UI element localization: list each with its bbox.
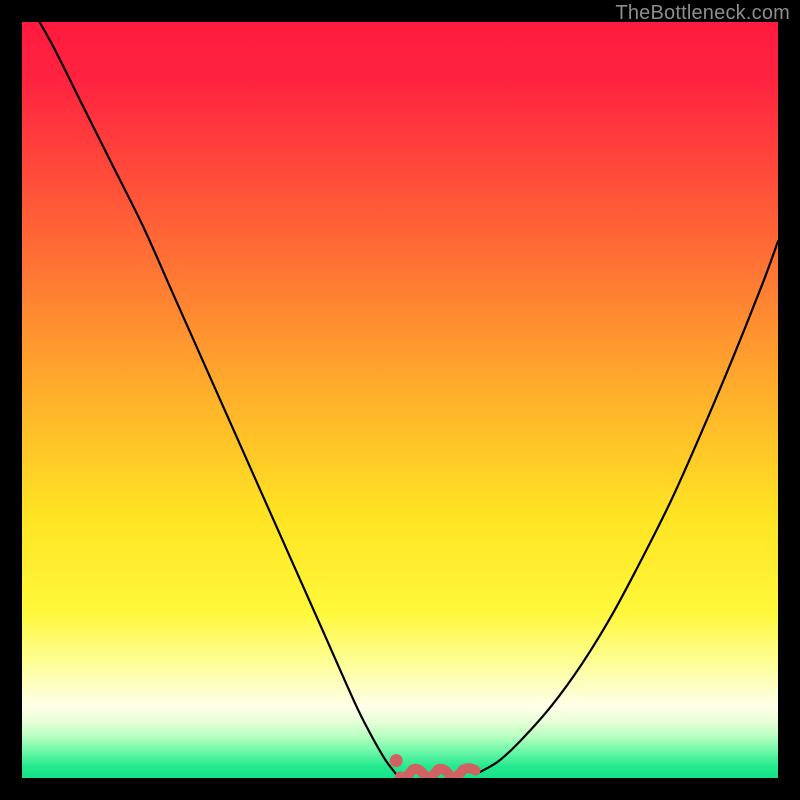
chart-frame: TheBottleneck.com <box>0 0 800 800</box>
left-curve-line <box>22 22 396 774</box>
watermark-text: TheBottleneck.com <box>615 2 790 25</box>
curves-layer <box>22 22 778 778</box>
right-curve-line <box>476 241 778 774</box>
marker-dot <box>390 754 403 767</box>
floor-squiggle <box>400 768 476 777</box>
plot-area <box>22 22 778 778</box>
